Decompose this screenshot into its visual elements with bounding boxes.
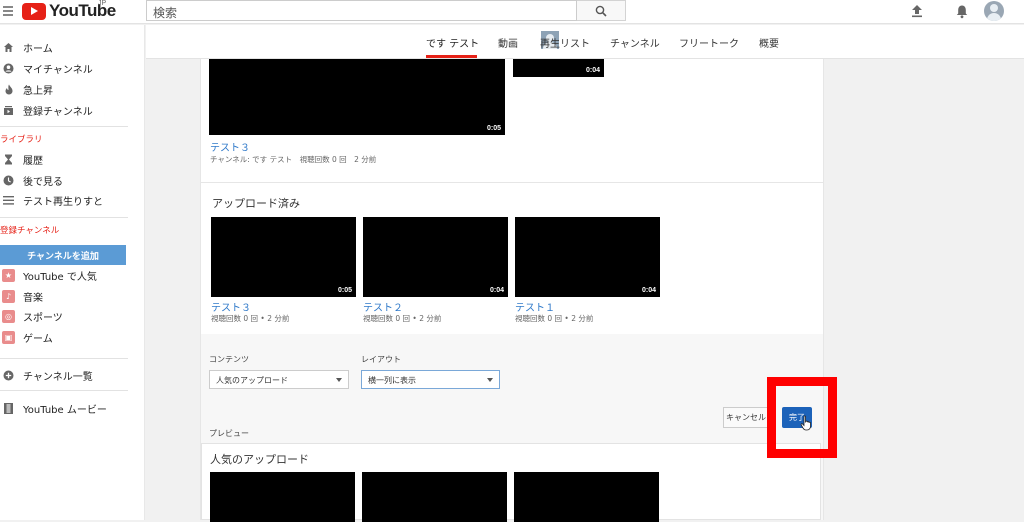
home-icon <box>2 41 15 54</box>
search-button[interactable] <box>577 0 626 21</box>
subscriptions-heading: 登録チャンネル <box>0 226 60 236</box>
preview-shelf: 人気のアップロード <box>201 443 821 522</box>
account-avatar[interactable] <box>984 1 1004 21</box>
sidebar-item-my-channel[interactable]: マイチャンネル <box>0 58 140 78</box>
upload-video-title[interactable]: テスト１ <box>515 299 555 314</box>
sidebar-item-label: YouTube で人気 <box>23 271 97 283</box>
featured-video-thumbnail[interactable]: 0:05 <box>209 59 505 135</box>
sidebar-item-label: ホーム <box>23 43 53 55</box>
video-duration: 0:04 <box>641 287 656 294</box>
menu-icon[interactable] <box>3 6 13 16</box>
sidebar-item-popular[interactable]: ★ YouTube で人気 <box>0 265 140 285</box>
video-duration: 0:04 <box>585 67 600 74</box>
preview-video-thumbnail <box>514 472 659 522</box>
tab-discussion[interactable]: フリートーク <box>679 35 739 50</box>
upload-icon[interactable] <box>908 2 926 20</box>
preview-video-thumbnail <box>362 472 507 522</box>
featured-video-meta: チャンネル: です テスト 視聴回数 0 回 2 分前 <box>210 155 377 164</box>
channel-tab-bar: です テスト 動画 再生リスト チャンネル フリートーク 概要 <box>146 25 1024 59</box>
sidebar-item-label: 急上昇 <box>23 85 53 97</box>
tab-channels[interactable]: チャンネル <box>610 35 660 50</box>
upload-video-title[interactable]: テスト３ <box>211 299 251 314</box>
page-scrollbar[interactable] <box>1018 59 1024 520</box>
sidebar-item-home[interactable]: ホーム <box>0 37 140 57</box>
add-circle-icon <box>2 369 15 382</box>
featured-video-title[interactable]: テスト３ <box>210 139 250 154</box>
content-select[interactable]: 人気のアップロード <box>209 370 349 389</box>
layout-label: レイアウト <box>361 355 401 364</box>
sidebar: ホーム マイチャンネル 急上昇 登録チャンネル ライブラリ 履歴 後で見る テス… <box>0 25 145 520</box>
search-input[interactable]: 検索 <box>146 0 577 21</box>
sidebar-item-label: 履歴 <box>23 155 43 167</box>
preview-label: プレビュー <box>209 429 249 438</box>
upload-video-title[interactable]: テスト２ <box>363 299 403 314</box>
sidebar-item-label: 登録チャンネル <box>23 106 93 118</box>
video-duration: 0:05 <box>337 287 352 294</box>
upload-video-thumbnail[interactable]: 0:05 <box>211 217 356 297</box>
playlist-icon <box>2 194 15 207</box>
video-duration: 0:04 <box>489 287 504 294</box>
bell-icon[interactable] <box>953 2 971 20</box>
tab-about[interactable]: 概要 <box>759 35 779 50</box>
sidebar-item-watch-later[interactable]: 後で見る <box>0 170 140 190</box>
music-icon: ♪ <box>2 289 15 303</box>
upload-video-meta: 視聴回数 0 回 • 2 分前 <box>515 314 594 323</box>
search-icon <box>595 5 607 17</box>
clock-icon <box>2 174 15 187</box>
upload-video-meta: 視聴回数 0 回 • 2 分前 <box>363 314 442 323</box>
preview-shelf-title: 人気のアップロード <box>210 453 309 466</box>
flame-icon <box>2 83 15 96</box>
upload-video-thumbnail[interactable]: 0:04 <box>363 217 508 297</box>
cancel-button[interactable]: キャンセル <box>723 407 769 428</box>
sidebar-item-trending[interactable]: 急上昇 <box>0 79 140 99</box>
library-heading: ライブラリ <box>0 135 43 145</box>
film-icon <box>2 402 15 415</box>
upload-video-meta: 視聴回数 0 回 • 2 分前 <box>211 314 290 323</box>
region-label: JP <box>98 0 107 7</box>
sidebar-item-label: チャンネル一覧 <box>23 371 93 383</box>
sports-icon: ◎ <box>2 309 15 323</box>
hourglass-icon <box>2 153 15 166</box>
hand-cursor-icon <box>800 415 811 431</box>
sidebar-item-label: スポーツ <box>23 312 63 324</box>
sidebar-item-sports[interactable]: ◎ スポーツ <box>0 306 140 326</box>
uploads-shelf-title[interactable]: アップロード済み <box>212 195 300 211</box>
top-bar: YouTube JP 検索 <box>0 0 1024 24</box>
content-label: コンテンツ <box>209 355 249 364</box>
channel-content-card: 0:05 0:04 テスト３ チャンネル: です テスト 視聴回数 0 回 2 … <box>200 59 824 522</box>
youtube-play-icon <box>22 2 46 20</box>
sidebar-item-label: マイチャンネル <box>23 64 93 76</box>
sidebar-divider <box>0 126 128 127</box>
video-duration: 0:05 <box>486 125 501 132</box>
star-icon: ★ <box>2 268 15 282</box>
tab-playlists[interactable]: 再生リスト <box>540 35 590 50</box>
sidebar-item-music[interactable]: ♪ 音楽 <box>0 286 140 306</box>
tab-home[interactable]: です テスト <box>426 35 479 50</box>
sidebar-item-label: 音楽 <box>23 292 43 304</box>
sidebar-item-gaming[interactable]: ▣ ゲーム <box>0 327 140 347</box>
sidebar-item-history[interactable]: 履歴 <box>0 149 140 169</box>
preview-video-thumbnail <box>210 472 355 522</box>
add-channel-button[interactable]: チャンネルを追加 <box>0 245 126 265</box>
layout-select[interactable]: 横一列に表示 <box>361 370 500 389</box>
sidebar-item-movies[interactable]: YouTube ムービー <box>0 398 140 418</box>
active-tab-indicator <box>426 55 477 58</box>
sidebar-item-playlist[interactable]: テスト再生りすと <box>0 190 140 210</box>
gamepad-icon: ▣ <box>2 330 15 344</box>
sidebar-item-label: ゲーム <box>23 333 53 345</box>
sidebar-item-subscriptions[interactable]: 登録チャンネル <box>0 100 140 120</box>
upload-video-thumbnail[interactable]: 0:04 <box>515 217 660 297</box>
sidebar-divider <box>0 217 128 218</box>
side-video-thumbnail[interactable]: 0:04 <box>513 59 604 77</box>
sidebar-divider <box>0 358 128 359</box>
sidebar-divider <box>0 390 128 391</box>
tab-videos[interactable]: 動画 <box>498 35 518 50</box>
section-divider <box>201 182 823 183</box>
sidebar-item-channel-list[interactable]: チャンネル一覧 <box>0 365 140 385</box>
subscriptions-icon <box>2 104 15 117</box>
sidebar-item-label: 後で見る <box>23 176 63 188</box>
account-icon <box>2 62 15 75</box>
sidebar-item-label: テスト再生りすと <box>23 196 103 208</box>
sidebar-item-label: YouTube ムービー <box>23 404 107 416</box>
